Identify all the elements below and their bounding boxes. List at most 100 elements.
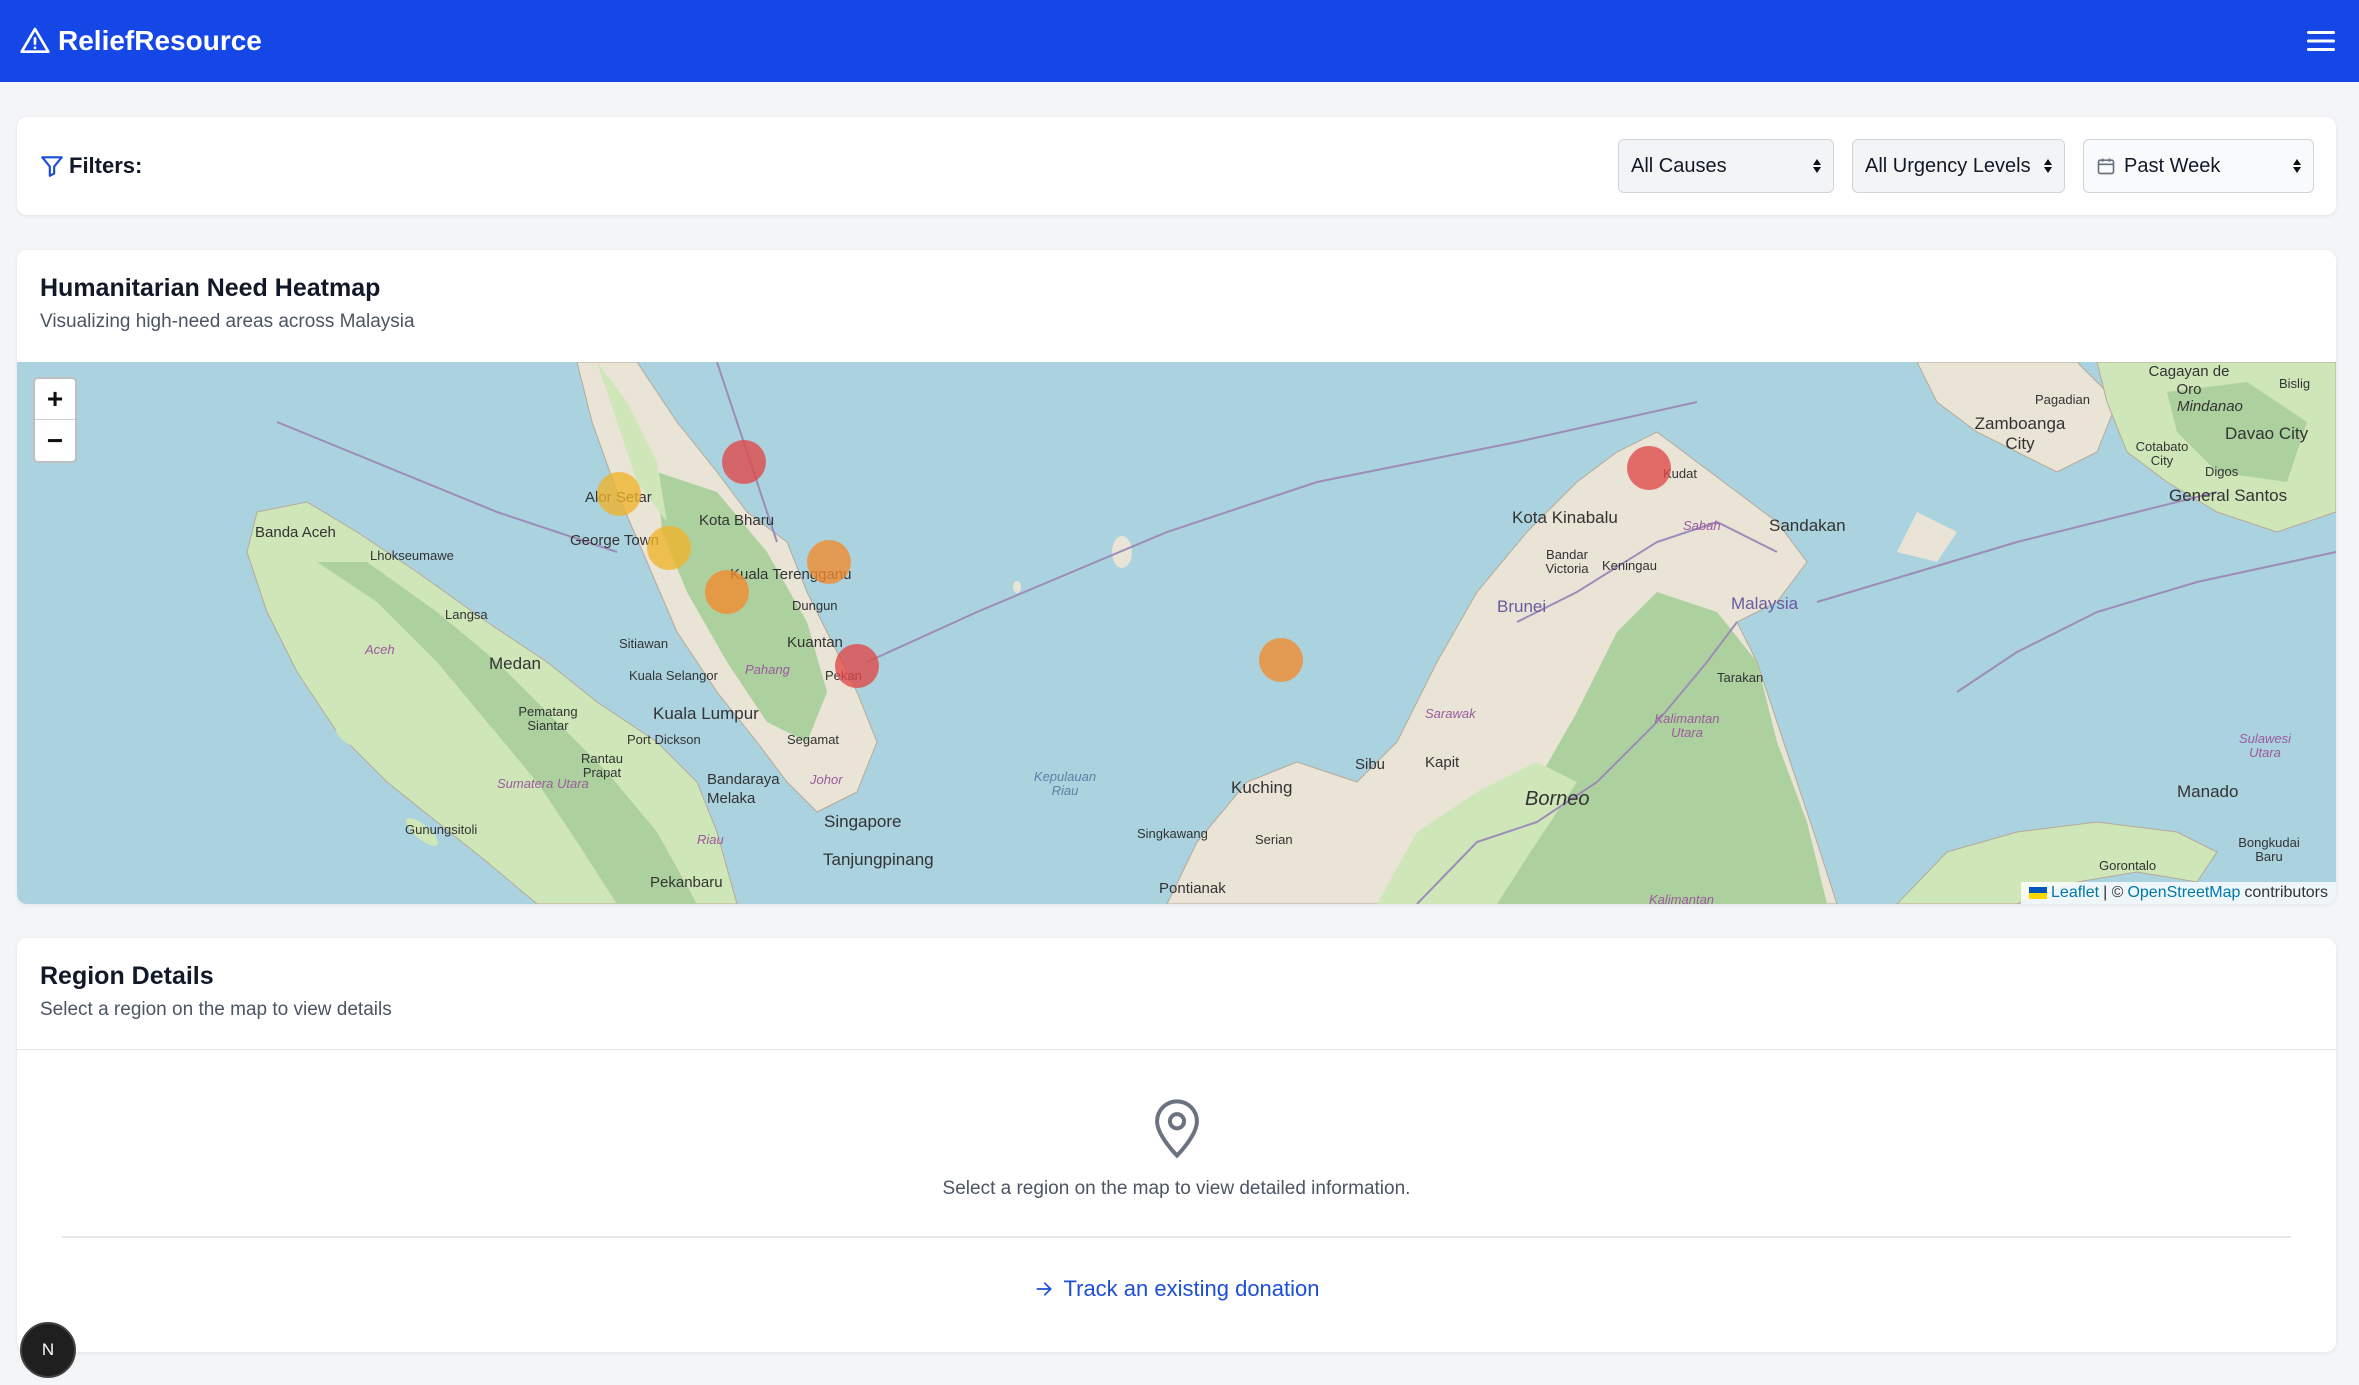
map-label: Sabah (1683, 518, 1721, 533)
map-label: Pagadian (2035, 392, 2090, 407)
map-label: Kapit (1425, 754, 1460, 771)
map-label: Sandakan (1769, 516, 1846, 535)
filters-label: Filters: (69, 153, 143, 178)
map-label: Malaysia (1731, 594, 1799, 613)
hotspot-marker[interactable] (597, 472, 641, 516)
attribution-separator: | © (2103, 884, 2124, 901)
hamburger-menu-button[interactable] (2301, 21, 2341, 61)
select-arrows-icon (2044, 159, 2052, 173)
hotspot-marker[interactable] (722, 440, 766, 484)
attribution-contributors: contributors (2244, 884, 2328, 901)
filters-bar: Filters: All Causes All Urgency Levels P… (17, 117, 2336, 215)
map-label: Sulawesi Utara (2238, 731, 2292, 760)
hotspot-marker[interactable] (1259, 638, 1303, 682)
map-label: Gunungsitoli (405, 822, 478, 837)
heatmap-title: Humanitarian Need Heatmap (40, 274, 381, 302)
hotspot-marker[interactable] (807, 540, 851, 584)
map-label: Davao City (2225, 424, 2309, 443)
map-label: Medan (489, 654, 541, 673)
filters-heading: Filters: (39, 153, 142, 179)
map-pin-icon (1154, 1099, 1199, 1159)
map-label: Bongkudai Baru (2238, 835, 2300, 864)
map-label: Pahang (745, 662, 790, 677)
track-donation-label: Track an existing donation (1063, 1276, 1320, 1301)
map-label: Dungun (792, 598, 838, 613)
map-label: Segamat (787, 732, 840, 747)
map-label: Cotabato City (2135, 439, 2189, 468)
region-details-subtitle: Select a region on the map to view detai… (40, 999, 392, 1020)
map-label: Aceh (365, 642, 395, 657)
heatmap-subtitle: Visualizing high-need areas across Malay… (40, 311, 415, 332)
arrow-right-icon (1036, 1282, 1051, 1296)
map-label: Banda Aceh (255, 524, 336, 541)
hotspot-marker[interactable] (835, 644, 879, 688)
zoom-in-button[interactable]: + (35, 379, 75, 420)
map-label: Bandar Victoria (1545, 547, 1589, 576)
map-label: Manado (2177, 782, 2239, 801)
urgency-select[interactable]: All Urgency Levels (1852, 139, 2065, 193)
map-label: General Santos (2169, 486, 2288, 505)
map-label: Borneo (1525, 788, 1590, 810)
region-details-card: Region Details Select a region on the ma… (17, 938, 2336, 1352)
map-label: Lhokseumawe (370, 548, 454, 563)
map-label: Kalimantan (1649, 892, 1715, 904)
urgency-select-value: All Urgency Levels (1865, 154, 2031, 177)
dev-tools-badge[interactable]: N (20, 1322, 76, 1378)
heatmap-card: Humanitarian Need Heatmap Visualizing hi… (17, 250, 2336, 904)
leaflet-link[interactable]: Leaflet (2051, 884, 2099, 902)
map-label: Kalimantan Utara (1654, 711, 1720, 740)
top-navbar: ReliefResource (0, 0, 2359, 82)
map-label: Gorontalo (2099, 858, 2157, 873)
zoom-out-button[interactable]: − (35, 420, 75, 461)
heatmap-map[interactable]: + − Banda Aceh Lhokseumawe Langsa Aceh M… (17, 362, 2336, 904)
map-label: Port Dickson (627, 732, 701, 747)
calendar-icon (2097, 158, 2115, 175)
map-label: Brunei (1497, 597, 1547, 616)
divider (62, 1236, 2291, 1238)
map-label: Serian (1255, 832, 1293, 847)
map-label: Bislig (2279, 376, 2311, 391)
map-label: Kuching (1231, 778, 1293, 797)
map-label: Sitiawan (619, 636, 669, 651)
map-label: Mindanao (2177, 398, 2243, 415)
filter-icon (41, 156, 63, 177)
divider (17, 1049, 2336, 1050)
map-attribution: Leaflet | © OpenStreetMap contributors (2021, 882, 2336, 904)
map-label: Kuala Lumpur (653, 704, 759, 723)
map-label: Kepulauan Riau (1033, 769, 1097, 798)
map-label: Johor (810, 772, 843, 787)
select-arrows-icon (1813, 159, 1821, 173)
map-label: Digos (2205, 464, 2239, 479)
map-label: Pekanbaru (650, 874, 723, 891)
map-label: Pematang Siantar (518, 704, 578, 733)
openstreetmap-link[interactable]: OpenStreetMap (2127, 884, 2240, 902)
map-label: Pontianak (1159, 880, 1226, 897)
map-label: Zamboanga City (1974, 414, 2066, 453)
map-label: Tarakan (1717, 670, 1764, 685)
map-label: Sibu (1355, 756, 1386, 773)
brand-name: ReliefResource (58, 25, 262, 56)
map-label: Singkawang (1137, 826, 1208, 841)
region-details-title: Region Details (40, 962, 214, 990)
zoom-control: + − (33, 377, 77, 463)
hotspot-marker[interactable] (1627, 446, 1671, 490)
map-label: Kota Bharu (699, 512, 775, 529)
map-label: Langsa (445, 607, 488, 622)
map-label: Kuantan (787, 634, 843, 651)
brand[interactable]: ReliefResource (18, 25, 262, 57)
map-label: Cagayan de Oro (2148, 363, 2230, 398)
map-label: Kuala Selangor (629, 668, 718, 683)
map-label: Tanjungpinang (823, 850, 934, 869)
hotspot-marker[interactable] (705, 570, 749, 614)
map-label: Sumatera Utara (497, 776, 589, 791)
map-label: Singapore (824, 812, 902, 831)
map-label: Kota Kinabalu (1512, 508, 1618, 527)
track-donation-link[interactable]: Track an existing donation (17, 1276, 2336, 1302)
map-label: Bandaraya Melaka (707, 771, 780, 807)
select-arrows-icon (2293, 159, 2301, 173)
cause-select-value: All Causes (1631, 154, 1727, 177)
hotspot-marker[interactable] (647, 526, 691, 570)
cause-select[interactable]: All Causes (1618, 139, 1834, 193)
menu-icon (2307, 31, 2335, 51)
period-select[interactable]: Past Week (2083, 139, 2314, 193)
